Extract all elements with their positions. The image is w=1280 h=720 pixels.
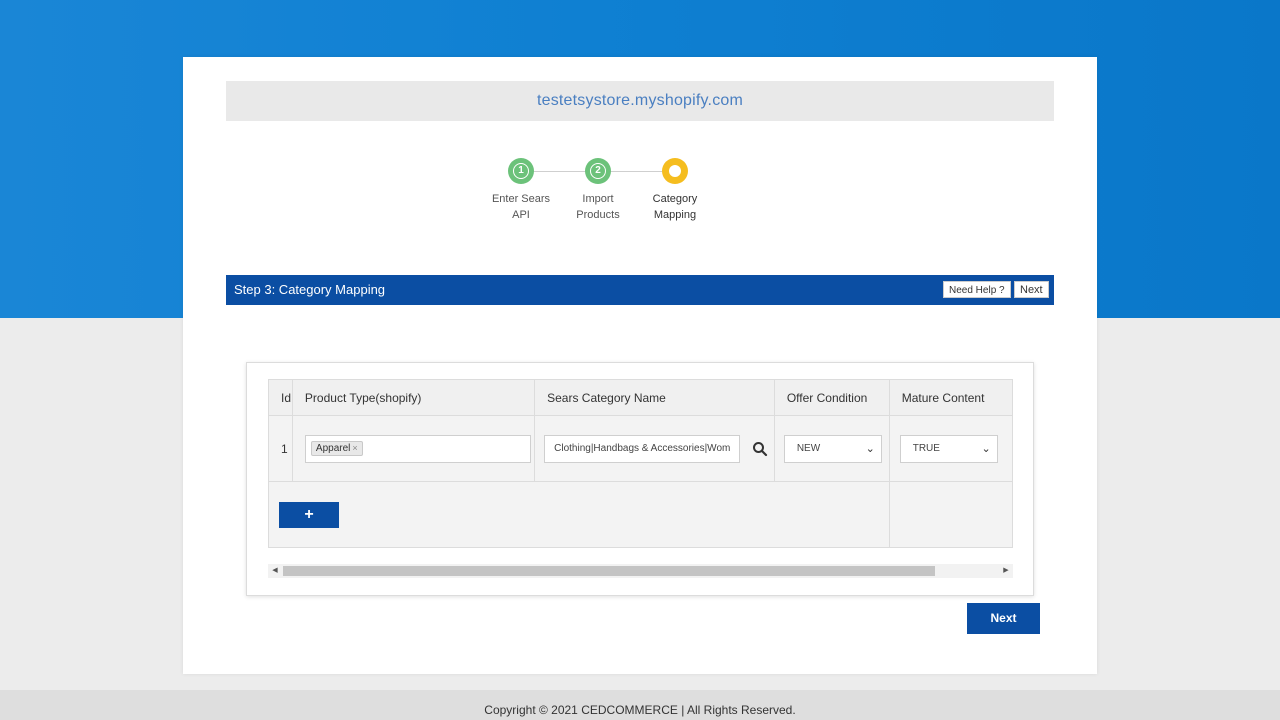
mature-content-cell: TRUE ⌄ xyxy=(888,415,1013,482)
chevron-down-icon: ⌄ xyxy=(981,442,991,455)
sears-category-input[interactable]: Clothing|Handbags & Accessories|Wom xyxy=(544,434,741,463)
chevron-down-icon: ⌄ xyxy=(865,442,875,455)
scroll-left-icon[interactable]: ◀ xyxy=(268,564,282,578)
row-id: 1 xyxy=(268,415,293,482)
step-3: Category Mapping xyxy=(635,158,715,223)
setup-card: testetsystore.myshopify.com 1 Enter Sear… xyxy=(183,57,1097,674)
step-1: 1 Enter Sears API xyxy=(481,158,561,223)
col-sears-category: Sears Category Name xyxy=(534,379,775,416)
tag-remove-icon[interactable]: × xyxy=(352,443,357,453)
step-label: Category Mapping xyxy=(652,193,698,221)
mapping-table-wrapper: Id Product Type(shopify) Sears Category … xyxy=(268,379,1013,549)
scrollbar-thumb[interactable] xyxy=(283,566,935,576)
mature-content-select[interactable]: TRUE ⌄ xyxy=(899,434,998,463)
add-row: + xyxy=(268,481,1013,548)
copyright-footer: Copyright © 2021 CEDCOMMERCE | All Right… xyxy=(0,690,1280,720)
next-button[interactable]: Next xyxy=(967,603,1040,634)
product-type-tag: Apparel × xyxy=(310,441,363,456)
col-id: Id xyxy=(268,379,293,416)
step-done-icon: 1 xyxy=(508,158,534,184)
col-product-type: Product Type(shopify) xyxy=(291,379,536,416)
table-header-row: Id Product Type(shopify) Sears Category … xyxy=(268,379,1013,416)
stepper: 1 Enter Sears API 2 Import Products Cate… xyxy=(483,158,723,238)
step-done-icon: 2 xyxy=(585,158,611,184)
offer-condition-cell: NEW ⌄ xyxy=(773,415,890,482)
mapping-table: Id Product Type(shopify) Sears Category … xyxy=(268,379,1013,548)
col-mature-content: Mature Content xyxy=(888,379,1013,416)
step-label: Enter Sears API xyxy=(491,193,551,221)
need-help-button[interactable]: Need Help ? xyxy=(943,281,1011,298)
scroll-right-icon[interactable]: ▶ xyxy=(999,564,1013,578)
product-type-cell: Apparel × xyxy=(291,415,536,482)
step-header: Step 3: Category Mapping Need Help ? Nex… xyxy=(226,275,1054,305)
step-label: Import Products xyxy=(576,193,620,221)
product-type-input[interactable]: Apparel × xyxy=(304,434,531,463)
store-domain: testetsystore.myshopify.com xyxy=(226,81,1054,121)
add-mapping-button[interactable]: + xyxy=(279,501,339,528)
step-2: 2 Import Products xyxy=(558,158,638,223)
search-icon[interactable] xyxy=(752,441,768,457)
col-offer-condition: Offer Condition xyxy=(773,379,890,416)
step-active-icon xyxy=(662,158,688,184)
offer-condition-select[interactable]: NEW ⌄ xyxy=(783,434,882,463)
step-title: Step 3: Category Mapping xyxy=(234,282,386,297)
sears-category-cell: Clothing|Handbags & Accessories|Wom xyxy=(534,415,775,482)
horizontal-scrollbar[interactable]: ◀ ▶ xyxy=(268,564,1013,578)
table-row: 1 Apparel × Clothing|Handbags & Accessori… xyxy=(268,415,1013,482)
category-mapping-panel: Id Product Type(shopify) Sears Category … xyxy=(246,362,1034,596)
header-next-button[interactable]: Next xyxy=(1014,281,1049,298)
